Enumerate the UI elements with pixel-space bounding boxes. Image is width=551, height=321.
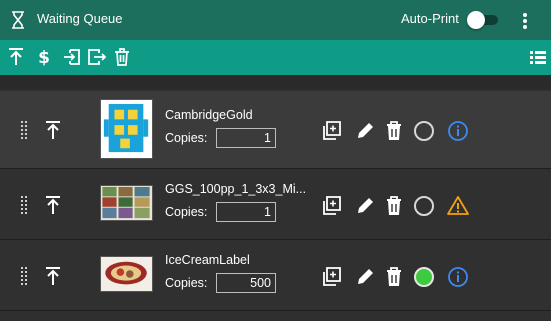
- copies-label: Copies:: [165, 205, 208, 219]
- import-icon[interactable]: [62, 47, 82, 67]
- edit-pencil-icon[interactable]: [354, 120, 376, 142]
- job-name: IceCreamLabel: [165, 253, 250, 267]
- more-options-icon[interactable]: [518, 11, 532, 31]
- info-icon[interactable]: [447, 266, 469, 288]
- job-name: CambridgeGold: [165, 108, 253, 122]
- copies-input[interactable]: [216, 202, 276, 222]
- status-indicator[interactable]: [414, 121, 434, 141]
- status-indicator[interactable]: [414, 267, 434, 287]
- auto-print-toggle[interactable]: [466, 11, 500, 29]
- window-title: Waiting Queue: [37, 11, 123, 26]
- job-thumbnail: [100, 99, 153, 159]
- copies-label: Copies:: [165, 276, 208, 290]
- copies-input[interactable]: [216, 273, 276, 293]
- duplicate-icon[interactable]: [320, 195, 342, 217]
- waiting-queue-window: Waiting Queue Auto-Print $ CambridgeGold…: [0, 0, 551, 321]
- move-to-top-icon[interactable]: [44, 195, 62, 215]
- duplicate-icon[interactable]: [320, 120, 342, 142]
- edit-pencil-icon[interactable]: [354, 195, 376, 217]
- edit-pencil-icon[interactable]: [354, 266, 376, 288]
- info-icon[interactable]: [447, 120, 469, 142]
- trash-icon[interactable]: [112, 47, 132, 67]
- auto-print-label: Auto-Print: [401, 11, 459, 26]
- delete-icon[interactable]: [383, 195, 405, 217]
- move-to-top-icon[interactable]: [44, 266, 62, 286]
- copies-input[interactable]: [216, 128, 276, 148]
- job-thumbnail: [100, 256, 153, 292]
- toggle-knob: [467, 11, 485, 29]
- dollar-icon[interactable]: $: [34, 47, 54, 68]
- list-view-icon[interactable]: [528, 47, 548, 67]
- title-bar: Waiting Queue Auto-Print: [0, 0, 551, 40]
- job-name: GGS_100pp_1_3x3_Mi...: [165, 182, 305, 196]
- divider: [0, 75, 551, 89]
- hourglass-icon: [11, 11, 25, 29]
- delete-icon[interactable]: [383, 120, 405, 142]
- queue-row[interactable]: CambridgeGold Copies:: [0, 91, 551, 169]
- queue-row[interactable]: IceCreamLabel Copies:: [0, 241, 551, 311]
- job-thumbnail: [100, 185, 153, 221]
- drag-handle-icon[interactable]: [21, 121, 29, 139]
- move-to-top-icon[interactable]: [44, 120, 62, 140]
- svg-text:$: $: [38, 48, 50, 67]
- drag-handle-icon[interactable]: [21, 196, 29, 214]
- status-indicator[interactable]: [414, 196, 434, 216]
- queue-row[interactable]: GGS_100pp_1_3x3_Mi... Copies:: [0, 170, 551, 240]
- drag-handle-icon[interactable]: [21, 267, 29, 285]
- move-to-top-icon[interactable]: [6, 47, 26, 67]
- toolbar: $: [0, 40, 551, 75]
- delete-icon[interactable]: [383, 266, 405, 288]
- copies-label: Copies:: [165, 131, 208, 145]
- warning-icon[interactable]: [447, 195, 469, 217]
- duplicate-icon[interactable]: [320, 266, 342, 288]
- export-icon[interactable]: [87, 47, 107, 67]
